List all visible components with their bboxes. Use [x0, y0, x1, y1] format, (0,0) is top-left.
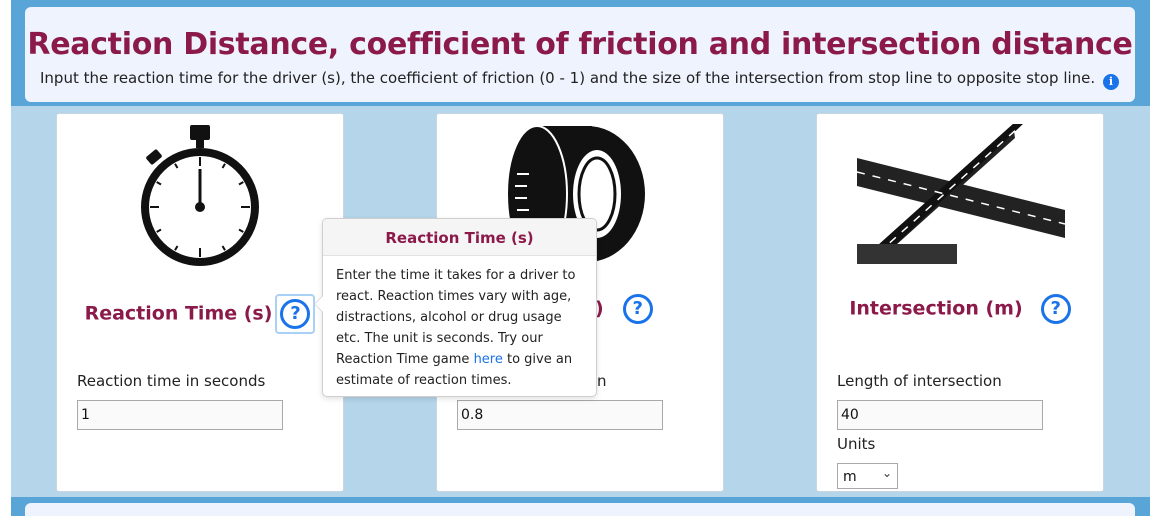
- reaction-time-card: Reaction Time (s)? Reaction time in seco…: [56, 113, 344, 492]
- friction-label: n: [597, 372, 607, 390]
- info-icon[interactable]: i: [1102, 74, 1119, 90]
- popover-body: Enter the time it takes for a driver to …: [323, 256, 596, 391]
- intersection-input[interactable]: 40: [837, 400, 1043, 430]
- reaction-time-popover: Reaction Time (s) Enter the time it take…: [314, 218, 597, 397]
- reaction-time-label: Reaction time in seconds: [77, 372, 266, 390]
- intersection-title-text: Intersection (m): [849, 297, 1023, 320]
- reaction-time-help-icon[interactable]: ?: [280, 299, 311, 329]
- reaction-time-input[interactable]: 1: [77, 400, 283, 430]
- friction-help-icon[interactable]: ?: [622, 294, 653, 324]
- header-panel: Reaction Distance, coefficient of fricti…: [25, 7, 1135, 102]
- intersection-card: Intersection (m)? Length of intersection…: [816, 113, 1104, 492]
- reaction-time-title: Reaction Time (s)?: [57, 294, 343, 334]
- reaction-time-title-text: Reaction Time (s): [84, 302, 273, 325]
- intersection-icon: [817, 114, 1103, 274]
- units-selected-value: m: [843, 469, 857, 485]
- intersection-title: Intersection (m)?: [817, 294, 1103, 324]
- units-label: Units: [837, 435, 876, 453]
- chevron-down-icon: ⌄: [881, 466, 892, 480]
- intersection-label: Length of intersection: [837, 372, 1002, 390]
- results-panel: [25, 503, 1135, 516]
- intersection-help-icon[interactable]: ?: [1040, 294, 1071, 324]
- reaction-game-link[interactable]: here: [474, 352, 503, 367]
- description-text: Input the reaction time for the driver (…: [40, 69, 1096, 87]
- page-title: Reaction Distance, coefficient of fricti…: [27, 27, 1133, 62]
- reaction-time-help-focus[interactable]: ?: [275, 294, 316, 334]
- stopwatch-icon: [57, 114, 343, 274]
- popover-arrow-inner: [315, 296, 323, 312]
- friction-input[interactable]: 0.8: [457, 400, 663, 430]
- page-description: Input the reaction time for the driver (…: [40, 69, 1119, 90]
- popover-title: Reaction Time (s): [323, 219, 596, 256]
- units-select[interactable]: m ⌄: [837, 463, 898, 489]
